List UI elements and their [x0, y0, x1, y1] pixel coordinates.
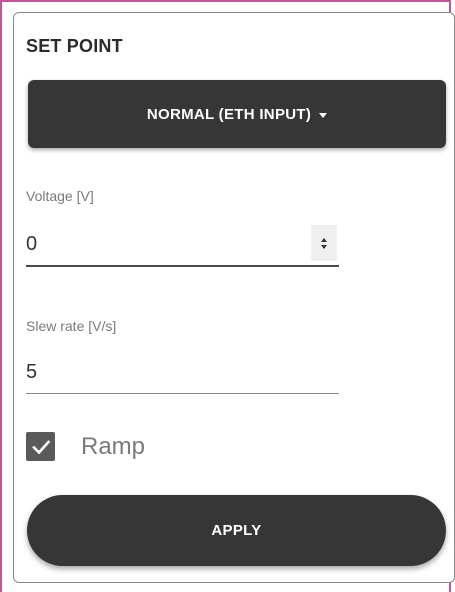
checkmark-icon [31, 439, 50, 454]
voltage-input[interactable] [26, 226, 339, 262]
stepper-down-icon[interactable] [321, 244, 327, 249]
voltage-stepper[interactable] [311, 225, 337, 261]
ramp-label: Ramp [81, 433, 146, 460]
ramp-checkbox[interactable] [26, 432, 55, 461]
mode-dropdown-label: NORMAL (ETH INPUT) [146, 105, 312, 123]
voltage-label: Voltage [V] [26, 188, 94, 204]
slew-rate-input[interactable] [26, 354, 339, 390]
apply-button-label: APPLY [211, 522, 262, 539]
slew-rate-label: Slew rate [V/s] [26, 318, 117, 334]
panel-title: SET POINT [26, 36, 123, 56]
mode-dropdown-button[interactable]: NORMAL (ETH INPUT) [28, 80, 446, 148]
stepper-up-icon[interactable] [321, 237, 327, 242]
caret-down-icon [319, 112, 328, 118]
slew-rate-underline [26, 393, 339, 394]
apply-button[interactable]: APPLY [27, 495, 446, 566]
voltage-underline [26, 265, 339, 267]
